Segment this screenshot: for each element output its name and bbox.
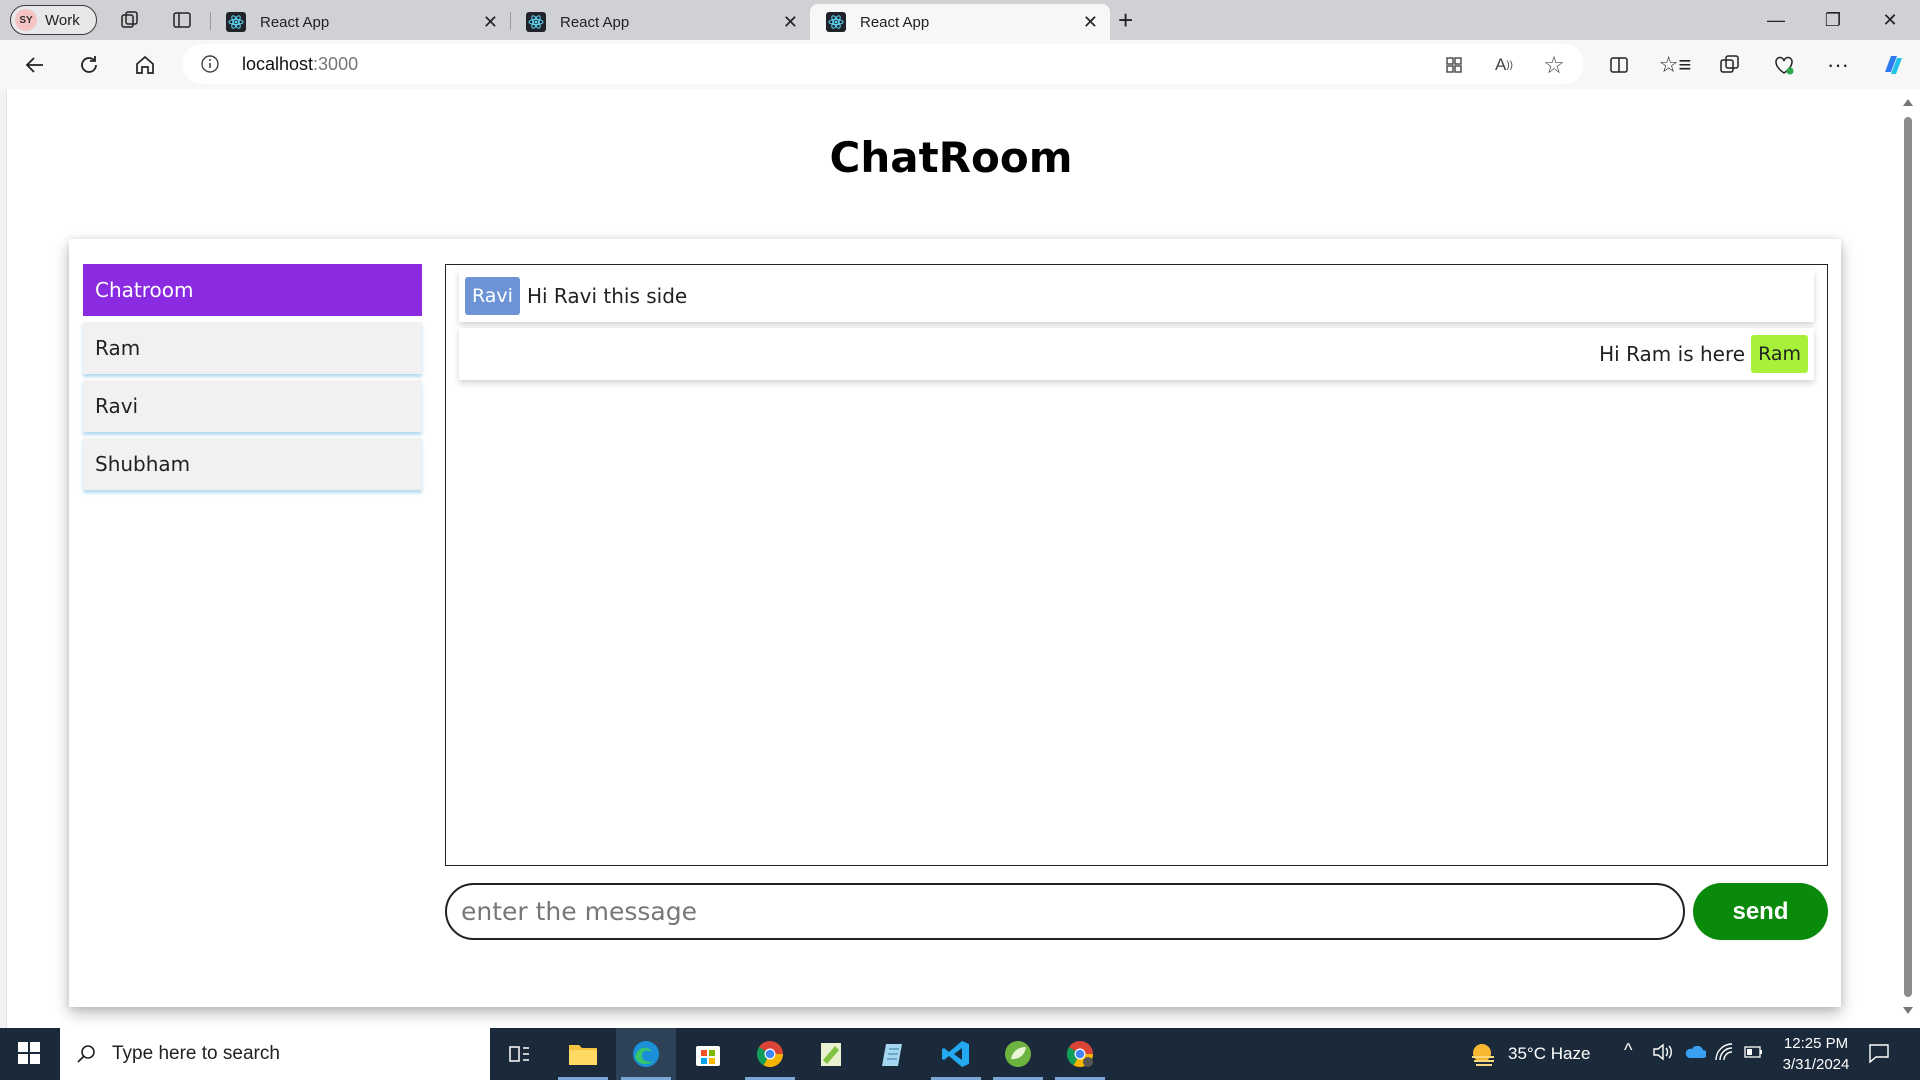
volume-icon[interactable] (1652, 1042, 1674, 1067)
sender-badge: Ram (1751, 335, 1808, 373)
new-tab-button[interactable]: + (1118, 6, 1133, 34)
show-hidden-icons-icon[interactable]: ^ (1624, 1040, 1632, 1061)
vscode-icon[interactable] (938, 1036, 974, 1072)
close-tab-icon[interactable]: ✕ (483, 13, 498, 31)
browser-essentials-icon[interactable] (1771, 52, 1797, 78)
clock-date: 3/31/2024 (1782, 1056, 1850, 1073)
sidebar-item-chatroom[interactable]: Chatroom (83, 264, 422, 316)
profile-avatar: SY (15, 9, 37, 31)
more-options-icon[interactable]: ··· (1825, 52, 1851, 78)
address-bar[interactable]: localhost:3000 (182, 44, 1584, 84)
tab-title: React App (560, 13, 630, 31)
microsoft-store-icon[interactable] (690, 1036, 726, 1072)
restore-icon[interactable]: ❐ (1813, 6, 1853, 34)
chrome-profile-icon[interactable] (1062, 1036, 1098, 1072)
weather-icon[interactable] (1466, 1036, 1502, 1072)
message-text: Hi Ram is here (1599, 342, 1746, 366)
message-input[interactable]: enter the message (445, 883, 1685, 940)
chat-card: Chatroom Ram Ravi Shubham Ravi Hi Ravi t… (69, 239, 1841, 1007)
profile-button[interactable]: SY Work (10, 5, 97, 35)
sender-badge: Ravi (465, 277, 520, 315)
browser-toolbar: localhost:3000 A)) ☆ ☆≡ ··· (0, 40, 1920, 89)
page-viewport: ChatRoom Chatroom Ram Ravi Shubham Ravi … (6, 89, 1896, 1028)
sidebar-item-ram[interactable]: Ram (83, 322, 422, 374)
close-window-icon[interactable]: ✕ (1870, 6, 1910, 34)
battery-icon[interactable] (1744, 1044, 1764, 1064)
close-tab-icon[interactable]: ✕ (1083, 13, 1098, 31)
browser-tab-1[interactable]: React App ✕ (210, 4, 510, 40)
weather-text[interactable]: 35°C Haze (1508, 1044, 1590, 1064)
minimize-icon[interactable]: — (1756, 6, 1796, 34)
task-view-icon[interactable] (502, 1036, 538, 1072)
split-screen-icon[interactable] (1606, 52, 1632, 78)
tab-title: React App (860, 13, 930, 31)
notifications-icon[interactable] (1868, 1042, 1890, 1069)
react-logo-icon (526, 12, 546, 32)
collections-icon[interactable] (1717, 52, 1743, 78)
windows-start-icon[interactable] (18, 1042, 40, 1069)
message-item: Ravi Hi Ravi this side (459, 270, 1814, 322)
edge-browser-icon[interactable] (628, 1036, 664, 1072)
tab-actions-icon[interactable] (170, 8, 194, 32)
message-text: Hi Ravi this side (526, 284, 688, 308)
profile-name: Work (45, 11, 80, 29)
tab-title: React App (260, 13, 330, 31)
favorites-icon[interactable]: ☆≡ (1659, 52, 1692, 78)
send-button[interactable]: send (1693, 883, 1828, 940)
copilot-icon[interactable] (1880, 52, 1906, 78)
taskbar-clock[interactable]: 12:25 PM 3/31/2024 (1770, 1033, 1862, 1075)
react-logo-icon (826, 12, 846, 32)
taskbar-search[interactable]: Type here to search (60, 1028, 490, 1080)
notepad-icon[interactable] (876, 1036, 912, 1072)
sidebar-item-shubham[interactable]: Shubham (83, 438, 422, 490)
react-logo-icon (226, 12, 246, 32)
search-placeholder: Type here to search (112, 1043, 280, 1064)
chrome-icon[interactable] (752, 1036, 788, 1072)
sidebar-item-ravi[interactable]: Ravi (83, 380, 422, 432)
scroll-down-icon[interactable] (1903, 1007, 1913, 1014)
site-info-icon[interactable] (200, 54, 220, 79)
scroll-up-icon[interactable] (1903, 99, 1913, 106)
favorite-star-icon[interactable]: ☆ (1541, 52, 1567, 79)
search-icon (77, 1045, 95, 1063)
clock-time: 12:25 PM (1783, 1035, 1849, 1052)
refresh-icon[interactable] (74, 50, 104, 80)
page-title: ChatRoom (829, 133, 1073, 182)
close-tab-icon[interactable]: ✕ (783, 13, 798, 31)
app-available-icon[interactable] (1441, 52, 1467, 78)
home-icon[interactable] (130, 50, 160, 80)
browser-tab-3-active[interactable]: React App ✕ (810, 4, 1110, 40)
read-aloud-icon[interactable]: A)) (1491, 52, 1517, 78)
notepad-plus-icon[interactable] (813, 1036, 849, 1072)
page-scrollbar[interactable] (1896, 89, 1920, 1028)
message-item: Hi Ram is here Ram (459, 328, 1814, 380)
scrollbar-thumb[interactable] (1904, 117, 1912, 997)
browser-tab-strip: SY Work React App ✕ React App ✕ React Ap… (0, 0, 1920, 40)
room-sidebar: Chatroom Ram Ravi Shubham (83, 264, 422, 496)
onedrive-icon[interactable] (1684, 1044, 1707, 1065)
url-text: localhost:3000 (242, 54, 359, 74)
workspaces-icon[interactable] (118, 8, 142, 32)
message-list: Ravi Hi Ravi this side Hi Ram is here Ra… (445, 264, 1828, 866)
browser-tab-2[interactable]: React App ✕ (510, 4, 810, 40)
back-icon[interactable] (20, 50, 50, 80)
spring-tool-icon[interactable] (1000, 1036, 1036, 1072)
network-icon[interactable] (1714, 1042, 1734, 1067)
windows-taskbar: Type here to search 35°C Haze ^ 12:25 PM… (0, 1028, 1920, 1080)
file-explorer-icon[interactable] (565, 1036, 601, 1072)
